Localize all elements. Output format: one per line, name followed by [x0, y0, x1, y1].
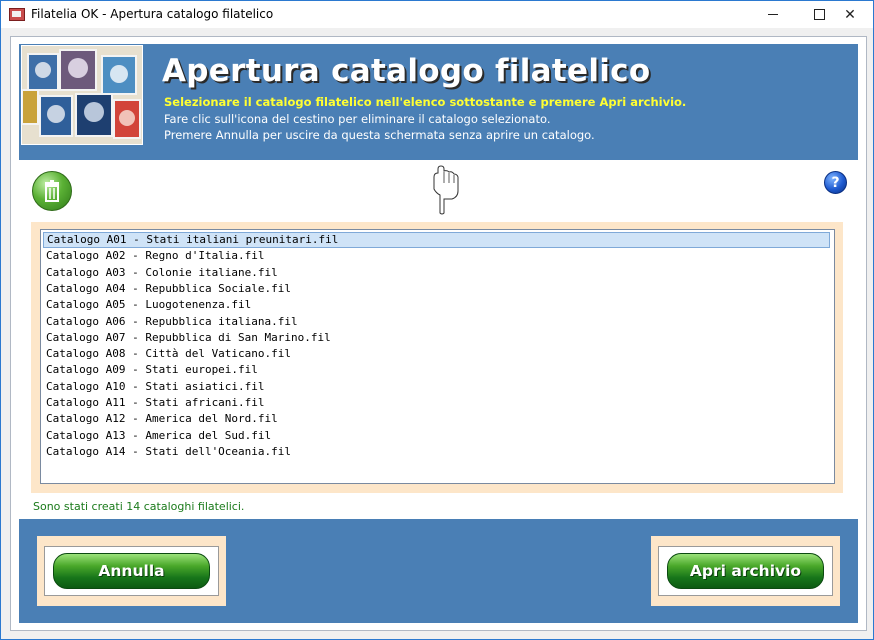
- header-instruction-delete: Fare clic sull'icona del cestino per eli…: [164, 112, 551, 126]
- catalog-list-item[interactable]: Catalogo A14 - Stati dell'Oceania.fil: [43, 444, 830, 460]
- catalog-list-item[interactable]: Catalogo A08 - Città del Vaticano.fil: [43, 346, 830, 362]
- header-instruction-cancel: Premere Annulla per uscire da questa sch…: [164, 128, 595, 142]
- help-icon: ?: [831, 174, 840, 191]
- catalog-list-item[interactable]: Catalogo A06 - Repubblica italiana.fil: [43, 314, 830, 330]
- header-banner: Apertura catalogo filatelico Selezionare…: [19, 44, 858, 160]
- footer-bar: Annulla Apri archivio: [19, 519, 858, 623]
- catalog-listbox[interactable]: Catalogo A01 - Stati italiani preunitari…: [40, 229, 835, 484]
- catalog-list-item[interactable]: Catalogo A13 - America del Sud.fil: [43, 428, 830, 444]
- cancel-button-border: Annulla: [44, 546, 219, 596]
- trash-icon: [45, 180, 59, 202]
- minimize-icon: [768, 14, 778, 15]
- catalog-list-item[interactable]: Catalogo A05 - Luogotenenza.fil: [43, 297, 830, 313]
- close-icon: ✕: [844, 6, 856, 23]
- catalog-list-item[interactable]: Catalogo A07 - Repubblica di San Marino.…: [43, 330, 830, 346]
- close-button[interactable]: ✕: [827, 1, 873, 28]
- minimize-button[interactable]: [750, 1, 796, 28]
- app-window: Filatelia OK - Apertura catalogo filatel…: [0, 0, 874, 640]
- content-frame: Apertura catalogo filatelico Selezionare…: [10, 36, 867, 631]
- app-icon: [9, 8, 25, 21]
- delete-catalog-button[interactable]: [32, 171, 72, 211]
- catalog-list-item[interactable]: Catalogo A02 - Regno d'Italia.fil: [43, 248, 830, 264]
- pointing-hand-icon: [428, 165, 462, 215]
- help-button[interactable]: ?: [824, 171, 847, 194]
- open-archive-button[interactable]: Apri archivio: [667, 553, 824, 589]
- catalog-list-item[interactable]: Catalogo A03 - Colonie italiane.fil: [43, 265, 830, 281]
- header-instruction-primary: Selezionare il catalogo filatelico nell'…: [164, 95, 687, 109]
- status-text: Sono stati creati 14 cataloghi filatelic…: [33, 500, 245, 513]
- window-title: Filatelia OK - Apertura catalogo filatel…: [31, 7, 274, 21]
- catalog-list-item[interactable]: Catalogo A09 - Stati europei.fil: [43, 362, 830, 378]
- catalog-list-panel: Catalogo A01 - Stati italiani preunitari…: [31, 222, 843, 493]
- catalog-list-item[interactable]: Catalogo A10 - Stati asiatici.fil: [43, 379, 830, 395]
- header-title: Apertura catalogo filatelico: [162, 53, 651, 89]
- title-bar[interactable]: Filatelia OK - Apertura catalogo filatel…: [1, 1, 873, 28]
- cancel-button-frame: Annulla: [37, 536, 226, 606]
- catalog-list-item[interactable]: Catalogo A04 - Repubblica Sociale.fil: [43, 281, 830, 297]
- open-button-border: Apri archivio: [658, 546, 833, 596]
- stamps-illustration: [22, 46, 142, 144]
- cancel-button[interactable]: Annulla: [53, 553, 210, 589]
- catalog-list-item[interactable]: Catalogo A12 - America del Nord.fil: [43, 411, 830, 427]
- catalog-list-item[interactable]: Catalogo A11 - Stati africani.fil: [43, 395, 830, 411]
- catalog-list-item[interactable]: Catalogo A01 - Stati italiani preunitari…: [43, 232, 830, 248]
- stamps-image: [21, 45, 143, 145]
- maximize-icon: [813, 9, 825, 20]
- open-button-frame: Apri archivio: [651, 536, 840, 606]
